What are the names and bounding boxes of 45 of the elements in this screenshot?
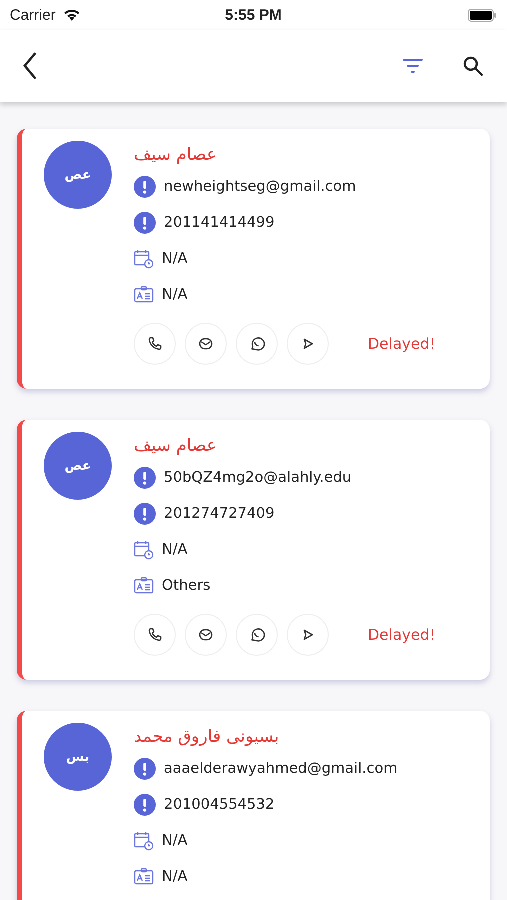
contact-detail: 201141414499 [164, 215, 275, 231]
contact-detail: N/A [162, 251, 188, 267]
contact-detail: N/A [162, 542, 188, 558]
contact-name: عصام سيف [134, 144, 218, 167]
battery-icon [468, 8, 497, 22]
alert-icon [134, 794, 156, 816]
filter-icon[interactable] [402, 57, 424, 75]
contact-detail: N/A [162, 869, 188, 885]
contact-detail: Others [162, 578, 211, 594]
calendar-clock-icon [134, 831, 154, 851]
alert-icon [134, 503, 156, 525]
contact-detail: newheightseg@gmail.com [164, 179, 356, 195]
phone-button[interactable] [134, 614, 176, 656]
calendar-clock-icon [134, 249, 154, 269]
avatar-initials: عص [44, 432, 112, 500]
avatar-initials: عص [44, 141, 112, 209]
contact-detail: aaaelderawyahmed@gmail.com [164, 761, 398, 777]
alert-icon [134, 467, 156, 489]
calendar-clock-icon [134, 540, 154, 560]
carrier-label: Carrier [10, 6, 56, 24]
contact-detail: 50bQZ4mg2o@alahly.edu [164, 470, 352, 486]
phone-icon[interactable] [146, 335, 164, 353]
id-card-icon [134, 286, 154, 304]
mail-button[interactable] [185, 614, 227, 656]
status-label: Delayed! [368, 335, 436, 353]
contact-name: عصام سيف [134, 435, 218, 458]
mail-button[interactable] [185, 323, 227, 365]
alert-icon [134, 212, 156, 234]
contact-detail: 201004554532 [164, 797, 275, 813]
clock-time: 5:55 PM [224, 6, 283, 24]
id-card-icon [134, 868, 154, 886]
id-card-icon [134, 577, 154, 595]
phone-button[interactable] [134, 323, 176, 365]
contact-detail: N/A [162, 833, 188, 849]
alert-icon [134, 176, 156, 198]
phone-icon[interactable] [146, 626, 164, 644]
contact-name: بسيونى فاروق محمد [134, 726, 280, 749]
chat-bubble-button[interactable] [236, 323, 278, 365]
chat-bubble-button[interactable] [236, 614, 278, 656]
alert-icon [134, 758, 156, 780]
contact-detail: 201274727409 [164, 506, 275, 522]
status-label: Delayed! [368, 626, 436, 644]
avatar-initials: بس [44, 723, 112, 791]
wifi-icon [62, 8, 82, 22]
contact-detail: N/A [162, 287, 188, 303]
